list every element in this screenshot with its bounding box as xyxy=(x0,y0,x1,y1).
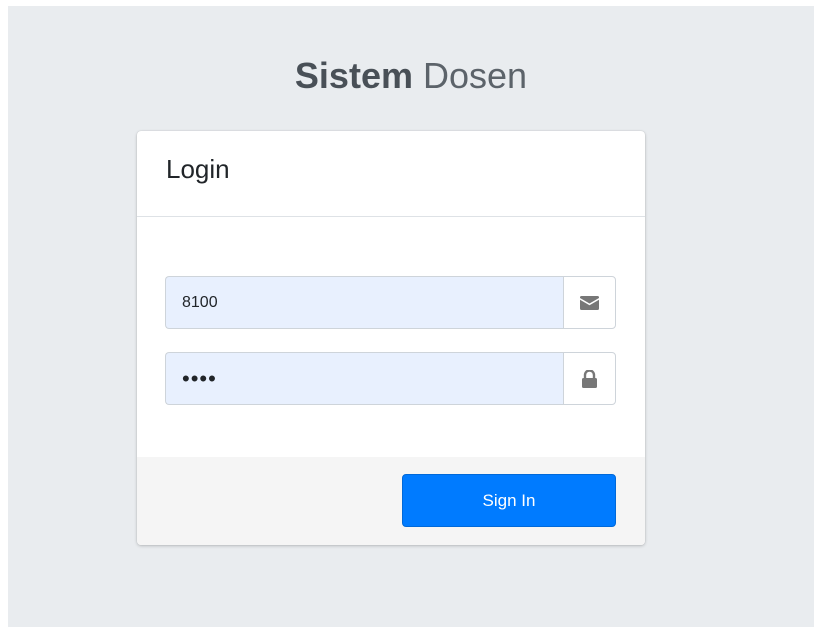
card-title: Login xyxy=(166,154,230,184)
login-card: Login Sign In xyxy=(137,131,645,545)
logo-light-text: Dosen xyxy=(423,55,528,96)
envelope-icon xyxy=(580,295,599,310)
logo-bold-text: Sistem xyxy=(294,55,413,96)
lock-icon xyxy=(582,369,597,388)
sign-in-button[interactable]: Sign In xyxy=(402,474,616,527)
username-addon xyxy=(563,276,616,329)
password-input[interactable] xyxy=(165,352,563,405)
card-header: Login xyxy=(137,131,645,217)
login-page: Sistem Dosen Login 8100 Sign In xyxy=(8,6,814,627)
card-footer: Sign In xyxy=(137,457,645,545)
username-input-group xyxy=(165,276,616,329)
app-logo: Sistem Dosen xyxy=(8,54,814,98)
password-input-group xyxy=(165,352,616,405)
username-input[interactable] xyxy=(165,276,563,329)
password-addon xyxy=(563,352,616,405)
